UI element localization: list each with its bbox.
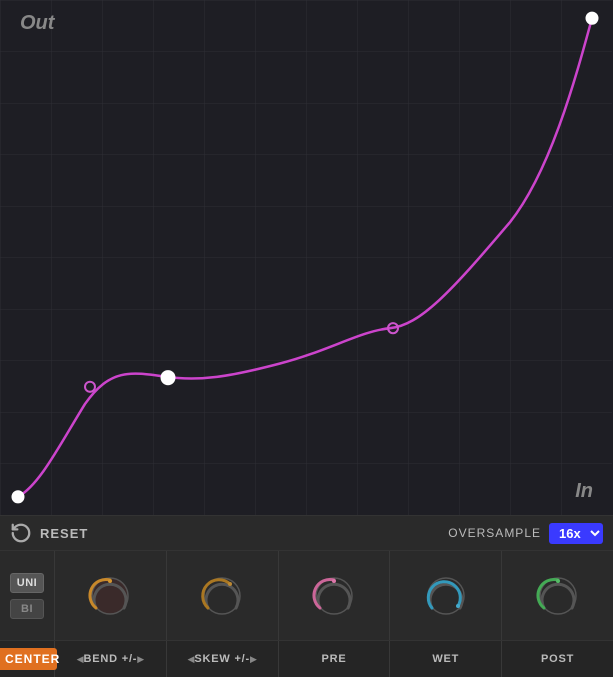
- bend-knob[interactable]: [88, 574, 132, 618]
- main-container: Out In: [0, 0, 613, 663]
- bend-label-cell: ◀ BEND +/- ▶: [55, 641, 167, 677]
- post-label-cell: POST: [502, 641, 613, 677]
- post-knob[interactable]: [536, 574, 580, 618]
- graph-canvas: [0, 0, 613, 515]
- post-label: POST: [541, 653, 574, 665]
- center-cell: CENTER: [0, 641, 55, 677]
- skew-label: SKEW +/-: [194, 653, 250, 665]
- center-button[interactable]: CENTER: [0, 648, 57, 670]
- control-point-3: [161, 371, 175, 385]
- pre-label: PRE: [321, 653, 346, 665]
- bi-button[interactable]: BI: [10, 599, 44, 619]
- graph-area: Out In: [0, 0, 613, 516]
- control-point-1: [12, 491, 24, 503]
- wet-label: WET: [432, 653, 459, 665]
- control-point-5: [586, 12, 598, 24]
- uni-button[interactable]: UNI: [10, 573, 44, 593]
- oversample-select[interactable]: 1x 2x 4x 8x 16x: [549, 523, 603, 544]
- graph-label-out: Out: [20, 12, 54, 35]
- skew-label-cell: ◀ SKEW +/- ▶: [167, 641, 279, 677]
- oversample-group: OVERSAMPLE 1x 2x 4x 8x 16x: [448, 523, 603, 544]
- bend-label: BEND +/-: [84, 653, 138, 665]
- bend-knob-cell: [55, 551, 167, 640]
- post-knob-cell: [502, 551, 613, 640]
- skew-knob[interactable]: [200, 574, 244, 618]
- pre-knob-cell: [279, 551, 391, 640]
- wet-knob[interactable]: [424, 574, 468, 618]
- pre-knob[interactable]: [312, 574, 356, 618]
- skew-knob-cell: [167, 551, 279, 640]
- uni-bi-cell: UNI BI: [0, 551, 55, 640]
- bottom-controls: UNI BI: [0, 551, 613, 677]
- knobs-row: UNI BI: [0, 551, 613, 641]
- graph-label-in: In: [575, 480, 593, 503]
- pre-label-cell: PRE: [279, 641, 391, 677]
- wet-knob-cell: [390, 551, 502, 640]
- wet-label-cell: WET: [390, 641, 502, 677]
- reset-icon[interactable]: [10, 522, 32, 544]
- reset-label: RESET: [40, 526, 88, 541]
- controls-bar: RESET OVERSAMPLE 1x 2x 4x 8x 16x: [0, 516, 613, 551]
- reset-group: RESET: [10, 522, 88, 544]
- oversample-label: OVERSAMPLE: [448, 526, 541, 540]
- labels-row: CENTER ◀ BEND +/- ▶ ◀ SKEW +/- ▶ PRE WET: [0, 641, 613, 677]
